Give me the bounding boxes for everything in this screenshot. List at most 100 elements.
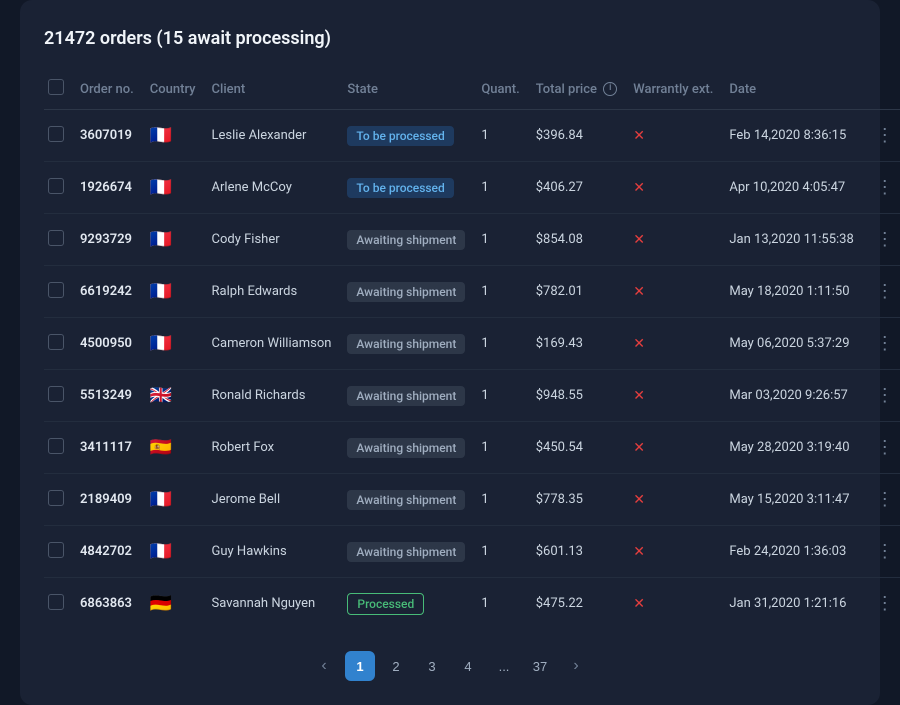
table-row: 1926674 🇫🇷 Arlene McCoy To be processed … bbox=[44, 162, 900, 214]
quantity: 1 bbox=[473, 214, 527, 266]
total-price: $406.27 bbox=[528, 162, 626, 214]
row-menu-button[interactable]: ⋮ bbox=[870, 435, 900, 460]
total-price: $778.35 bbox=[528, 474, 626, 526]
row-menu-button[interactable]: ⋮ bbox=[870, 175, 900, 200]
warranty: ✕ bbox=[625, 578, 721, 630]
row-menu-button[interactable]: ⋮ bbox=[870, 539, 900, 564]
country-flag: 🇫🇷 bbox=[142, 474, 204, 526]
col-order-no: Order no. bbox=[72, 69, 142, 110]
row-menu-button[interactable]: ⋮ bbox=[870, 383, 900, 408]
table-row: 2189409 🇫🇷 Jerome Bell Awaiting shipment… bbox=[44, 474, 900, 526]
page-2-button[interactable]: 2 bbox=[381, 651, 411, 681]
warranty: ✕ bbox=[625, 318, 721, 370]
quantity: 1 bbox=[473, 578, 527, 630]
client-name: Robert Fox bbox=[204, 422, 340, 474]
total-price: $601.13 bbox=[528, 526, 626, 578]
row-checkbox-7[interactable] bbox=[48, 490, 64, 506]
state-badge: To be processed bbox=[339, 162, 473, 214]
quantity: 1 bbox=[473, 318, 527, 370]
date: May 18,2020 1:11:50 bbox=[721, 266, 861, 318]
client-name: Cody Fisher bbox=[204, 214, 340, 266]
table-row: 4842702 🇫🇷 Guy Hawkins Awaiting shipment… bbox=[44, 526, 900, 578]
row-checkbox-6[interactable] bbox=[48, 438, 64, 454]
order-number: 6863863 bbox=[72, 578, 142, 630]
client-name: Arlene McCoy bbox=[204, 162, 340, 214]
prev-page-button[interactable]: ‹ bbox=[309, 651, 339, 681]
date: May 06,2020 5:37:29 bbox=[721, 318, 861, 370]
total-price: $396.84 bbox=[528, 110, 626, 162]
pagination: ‹ 1 2 3 4 ... 37 › bbox=[44, 651, 856, 681]
row-menu-button[interactable]: ⋮ bbox=[870, 487, 900, 512]
country-flag: 🇫🇷 bbox=[142, 318, 204, 370]
quantity: 1 bbox=[473, 110, 527, 162]
row-checkbox-1[interactable] bbox=[48, 178, 64, 194]
state-badge: Awaiting shipment bbox=[339, 266, 473, 318]
quantity: 1 bbox=[473, 266, 527, 318]
state-badge: Processed bbox=[339, 578, 473, 630]
state-badge: Awaiting shipment bbox=[339, 474, 473, 526]
warranty: ✕ bbox=[625, 266, 721, 318]
row-checkbox-3[interactable] bbox=[48, 282, 64, 298]
orders-table: Order no. Country Client State Quant. To… bbox=[44, 69, 900, 629]
col-price: Total price i bbox=[528, 69, 626, 110]
date: Apr 10,2020 4:05:47 bbox=[721, 162, 861, 214]
table-row: 4500950 🇫🇷 Cameron Williamson Awaiting s… bbox=[44, 318, 900, 370]
row-menu-button[interactable]: ⋮ bbox=[870, 279, 900, 304]
state-badge: Awaiting shipment bbox=[339, 214, 473, 266]
row-checkbox-8[interactable] bbox=[48, 542, 64, 558]
row-checkbox-4[interactable] bbox=[48, 334, 64, 350]
warranty: ✕ bbox=[625, 214, 721, 266]
row-menu-button[interactable]: ⋮ bbox=[870, 331, 900, 356]
col-warranty: Warrantly ext. bbox=[625, 69, 721, 110]
row-menu-button[interactable]: ⋮ bbox=[870, 591, 900, 616]
order-number: 3411117 bbox=[72, 422, 142, 474]
select-all-checkbox[interactable] bbox=[48, 79, 64, 95]
order-number: 6619242 bbox=[72, 266, 142, 318]
total-price: $782.01 bbox=[528, 266, 626, 318]
warranty: ✕ bbox=[625, 422, 721, 474]
row-checkbox-9[interactable] bbox=[48, 594, 64, 610]
client-name: Ronald Richards bbox=[204, 370, 340, 422]
order-number: 3607019 bbox=[72, 110, 142, 162]
page-3-button[interactable]: 3 bbox=[417, 651, 447, 681]
date: Jan 31,2020 1:21:16 bbox=[721, 578, 861, 630]
row-menu-button[interactable]: ⋮ bbox=[870, 227, 900, 252]
table-row: 5513249 🇬🇧 Ronald Richards Awaiting ship… bbox=[44, 370, 900, 422]
col-country: Country bbox=[142, 69, 204, 110]
order-number: 4500950 bbox=[72, 318, 142, 370]
row-checkbox-2[interactable] bbox=[48, 230, 64, 246]
client-name: Cameron Williamson bbox=[204, 318, 340, 370]
table-row: 3607019 🇫🇷 Leslie Alexander To be proces… bbox=[44, 110, 900, 162]
total-price: $169.43 bbox=[528, 318, 626, 370]
date: Feb 14,2020 8:36:15 bbox=[721, 110, 861, 162]
order-number: 2189409 bbox=[72, 474, 142, 526]
table-row: 9293729 🇫🇷 Cody Fisher Awaiting shipment… bbox=[44, 214, 900, 266]
country-flag: 🇬🇧 bbox=[142, 370, 204, 422]
table-row: 6863863 🇩🇪 Savannah Nguyen Processed 1 $… bbox=[44, 578, 900, 630]
date: Feb 24,2020 1:36:03 bbox=[721, 526, 861, 578]
page-1-button[interactable]: 1 bbox=[345, 651, 375, 681]
order-number: 1926674 bbox=[72, 162, 142, 214]
row-checkbox-0[interactable] bbox=[48, 126, 64, 142]
state-badge: Awaiting shipment bbox=[339, 526, 473, 578]
country-flag: 🇫🇷 bbox=[142, 526, 204, 578]
price-info-icon: i bbox=[603, 82, 617, 96]
order-number: 9293729 bbox=[72, 214, 142, 266]
page-37-button[interactable]: 37 bbox=[525, 651, 555, 681]
quantity: 1 bbox=[473, 422, 527, 474]
warranty: ✕ bbox=[625, 162, 721, 214]
warranty: ✕ bbox=[625, 526, 721, 578]
date: Jan 13,2020 11:55:38 bbox=[721, 214, 861, 266]
row-menu-button[interactable]: ⋮ bbox=[870, 123, 900, 148]
page-4-button[interactable]: 4 bbox=[453, 651, 483, 681]
date: May 15,2020 3:11:47 bbox=[721, 474, 861, 526]
next-page-button[interactable]: › bbox=[561, 651, 591, 681]
row-checkbox-5[interactable] bbox=[48, 386, 64, 402]
col-client: Client bbox=[204, 69, 340, 110]
col-date: Date bbox=[721, 69, 861, 110]
client-name: Leslie Alexander bbox=[204, 110, 340, 162]
country-flag: 🇩🇪 bbox=[142, 578, 204, 630]
quantity: 1 bbox=[473, 162, 527, 214]
orders-card: 21472 orders (15 await processing) Order… bbox=[20, 0, 880, 705]
country-flag: 🇫🇷 bbox=[142, 162, 204, 214]
